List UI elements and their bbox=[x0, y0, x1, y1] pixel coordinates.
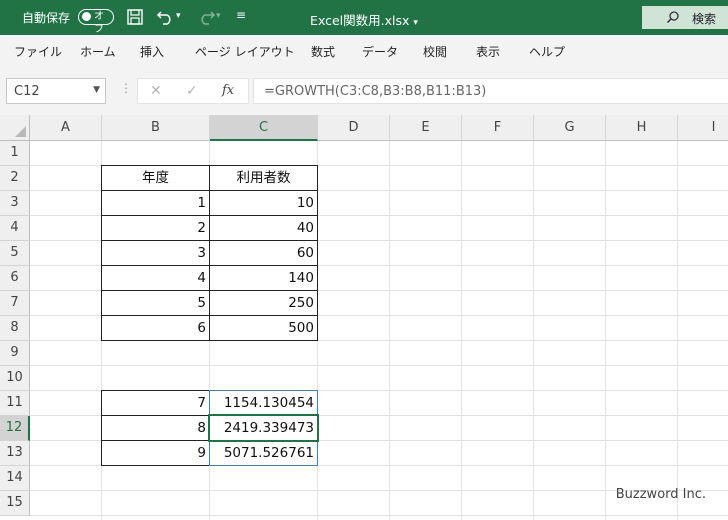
name-box-dropdown-icon[interactable]: ▼ bbox=[93, 85, 100, 95]
row-header-10[interactable]: 10 bbox=[0, 366, 30, 391]
cell-c13[interactable]: 5071.526761 bbox=[210, 441, 317, 465]
formula-bar: C12 ▼ ⋮ ✕ ✓ fx =GROWTH(C3:C8,B3:B8,B11:B… bbox=[0, 67, 728, 115]
row-header-5[interactable]: 5 bbox=[0, 241, 30, 266]
document-title-text: Excel関数用.xlsx bbox=[310, 13, 410, 28]
tab-help[interactable]: ヘルプ bbox=[529, 43, 565, 60]
search-icon bbox=[666, 10, 680, 27]
column-header-b[interactable]: B bbox=[102, 115, 210, 141]
row-header-6[interactable]: 6 bbox=[0, 266, 30, 291]
row-header-12[interactable]: 12 bbox=[0, 416, 30, 441]
column-header-e[interactable]: E bbox=[390, 115, 462, 141]
column-header-d[interactable]: D bbox=[318, 115, 390, 141]
row-header-11[interactable]: 11 bbox=[0, 391, 30, 416]
select-all-button[interactable] bbox=[0, 115, 30, 141]
cell-b6[interactable]: 4 bbox=[102, 266, 209, 290]
gridline bbox=[30, 515, 728, 516]
cell-b13[interactable]: 9 bbox=[102, 441, 209, 465]
tab-insert[interactable]: 挿入 bbox=[140, 43, 164, 60]
cell-c8[interactable]: 500 bbox=[210, 316, 317, 340]
cell-c7[interactable]: 250 bbox=[210, 291, 317, 315]
row-header-4[interactable]: 4 bbox=[0, 216, 30, 241]
cell-c3[interactable]: 10 bbox=[210, 191, 317, 215]
tab-view[interactable]: 表示 bbox=[476, 43, 500, 60]
gridline bbox=[605, 141, 606, 520]
column-header-g[interactable]: G bbox=[534, 115, 606, 141]
column-header-a[interactable]: A bbox=[30, 115, 102, 141]
header-users[interactable]: 利用者数 bbox=[210, 166, 317, 190]
search-box[interactable]: 検索 bbox=[642, 6, 728, 29]
cell-b3[interactable]: 1 bbox=[102, 191, 209, 215]
tab-data[interactable]: データ bbox=[362, 43, 398, 60]
ribbon-tabs: ファイル ホーム 挿入 ページ レイアウト 数式 データ 校閲 表示 ヘルプ bbox=[0, 35, 728, 68]
enter-icon[interactable]: ✓ bbox=[186, 83, 198, 99]
row-header-15[interactable]: 15 bbox=[0, 491, 30, 516]
formula-bar-grip-icon[interactable]: ⋮ bbox=[120, 81, 132, 95]
tab-review[interactable]: 校閲 bbox=[423, 43, 447, 60]
cell-c5[interactable]: 60 bbox=[210, 241, 317, 265]
name-box[interactable]: C12 ▼ bbox=[6, 78, 106, 104]
cell-c11[interactable]: 1154.130454 bbox=[210, 391, 317, 415]
insert-function-icon[interactable]: fx bbox=[222, 83, 234, 98]
select-all-icon bbox=[15, 126, 26, 137]
column-header-f[interactable]: F bbox=[462, 115, 534, 141]
cell-c6[interactable]: 140 bbox=[210, 266, 317, 290]
row-header-8[interactable]: 8 bbox=[0, 316, 30, 341]
worksheet-grid[interactable]: A B C D E F G H I 1 2 3 4 5 6 7 8 9 10 1… bbox=[0, 115, 728, 520]
title-dropdown-icon: ▾ bbox=[413, 18, 418, 28]
row-header-3[interactable]: 3 bbox=[0, 191, 30, 216]
title-bar: 自動保存 オフ ▾ ▾ ≡ Excel関数用.xlsx ▾ 検索 bbox=[0, 0, 728, 35]
gridline bbox=[677, 141, 678, 520]
document-title[interactable]: Excel関数用.xlsx ▾ bbox=[0, 10, 728, 29]
column-header-h[interactable]: H bbox=[606, 115, 678, 141]
column-header-c[interactable]: C bbox=[210, 115, 318, 141]
tab-file[interactable]: ファイル bbox=[14, 43, 62, 60]
cell-b8[interactable]: 6 bbox=[102, 316, 209, 340]
row-header-9[interactable]: 9 bbox=[0, 341, 30, 366]
search-label: 検索 bbox=[692, 12, 717, 26]
row-header-2[interactable]: 2 bbox=[0, 166, 30, 191]
formula-buttons: ✕ ✓ fx bbox=[137, 78, 249, 104]
cell-b11[interactable]: 7 bbox=[102, 391, 209, 415]
row-header-14[interactable]: 14 bbox=[0, 466, 30, 491]
formula-text: =GROWTH(C3:C8,B3:B8,B11:B13) bbox=[264, 84, 487, 99]
cell-c4[interactable]: 40 bbox=[210, 216, 317, 240]
formula-input[interactable]: =GROWTH(C3:C8,B3:B8,B11:B13) bbox=[253, 78, 728, 104]
name-box-value: C12 bbox=[14, 84, 40, 99]
tab-formulas[interactable]: 数式 bbox=[311, 43, 335, 60]
cell-b12[interactable]: 8 bbox=[102, 416, 209, 440]
tab-home[interactable]: ホーム bbox=[80, 43, 116, 60]
row-header-13[interactable]: 13 bbox=[0, 441, 30, 466]
row-header-7[interactable]: 7 bbox=[0, 291, 30, 316]
column-header-i[interactable]: I bbox=[678, 115, 728, 141]
cancel-icon[interactable]: ✕ bbox=[150, 83, 162, 99]
watermark: Buzzword Inc. bbox=[615, 487, 706, 502]
cell-b4[interactable]: 2 bbox=[102, 216, 209, 240]
gridline bbox=[533, 141, 534, 520]
cell-b7[interactable]: 5 bbox=[102, 291, 209, 315]
row-header-1[interactable]: 1 bbox=[0, 141, 30, 166]
header-year[interactable]: 年度 bbox=[102, 166, 209, 190]
gridline bbox=[30, 365, 728, 366]
cell-b5[interactable]: 3 bbox=[102, 241, 209, 265]
gridline bbox=[389, 141, 390, 520]
tab-page-layout[interactable]: ページ レイアウト bbox=[195, 43, 295, 60]
gridline bbox=[461, 141, 462, 520]
cell-c12[interactable]: 2419.339473 bbox=[210, 416, 317, 440]
